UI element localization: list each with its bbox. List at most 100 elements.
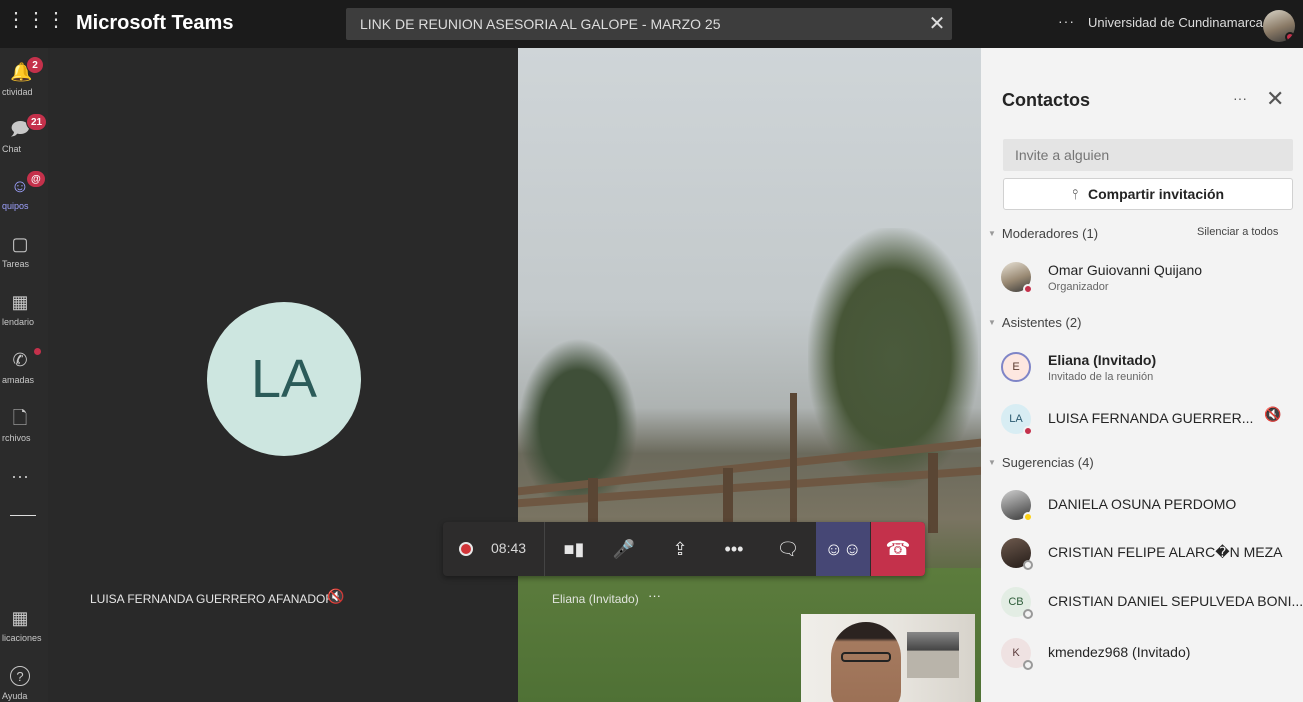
self-view-video[interactable] [801, 614, 975, 702]
status-dot-icon [1023, 660, 1033, 670]
divider [544, 522, 545, 576]
hang-up-button[interactable]: ☎ [871, 522, 925, 576]
teams-badge: @ [26, 170, 46, 188]
status-dot-icon [1285, 32, 1295, 42]
phone-icon: ✆ [12, 350, 28, 370]
more-actions-button[interactable]: ••• [711, 522, 757, 576]
left-app-rail: 🔔 2 ctividad 🗩 21 Chat ☺ @ quipos ▢ Tare… [0, 48, 48, 702]
list-item[interactable]: Omar Guiovanni Quijano Organizador [981, 256, 1303, 302]
files-icon: 🗋 [12, 408, 28, 428]
section-label: Asistentes (2) [1001, 315, 1082, 330]
rail-item-tareas[interactable]: ▢ Tareas [0, 226, 48, 282]
rail-item-llamadas[interactable]: ✆ amadas [0, 342, 48, 398]
list-item[interactable]: CB CRISTIAN DANIEL SEPULVEDA BONI... [981, 581, 1303, 627]
video-glasses [841, 652, 891, 662]
rail-item-more[interactable]: ··· [0, 458, 48, 514]
hang-up-icon: ☎ [885, 538, 911, 560]
status-dot-icon [1023, 284, 1033, 294]
section-moderators[interactable]: ▼ Moderadores (1) [988, 226, 1098, 241]
avatar: E [1001, 352, 1031, 382]
mute-all-link[interactable]: Silenciar a todos [1197, 226, 1278, 238]
person-role: Invitado de la reunión [1048, 371, 1154, 383]
rail-item-label: Tareas [2, 259, 30, 269]
video-person [831, 622, 901, 702]
rail-item-chat[interactable]: 🗩 21 Chat [0, 111, 48, 167]
profile-avatar[interactable] [1263, 10, 1295, 42]
share-invitation-button[interactable]: ⫯ Compartir invitación [1003, 178, 1293, 210]
rail-item-label: Ayuda [2, 691, 28, 701]
tasks-icon: ▢ [11, 234, 29, 254]
fence-post [928, 453, 938, 533]
camera-button[interactable]: ■▮ [551, 522, 597, 576]
status-dot-icon [1023, 609, 1033, 619]
person-role: Organizador [1048, 281, 1109, 293]
more-options-icon[interactable]: ··· [1058, 13, 1075, 29]
share-screen-button[interactable]: ⇪ [657, 522, 703, 576]
person-name: Omar Guiovanni Quijano [1048, 262, 1203, 278]
list-item[interactable]: CRISTIAN FELIPE ALARC�N MEZA [981, 532, 1303, 578]
section-label: Sugerencias (4) [1001, 455, 1094, 470]
rail-item-actividad[interactable]: 🔔 2 ctividad [0, 54, 48, 110]
mic-button[interactable]: 🎤 [601, 522, 647, 576]
teams-meeting-window: ⋮⋮⋮ Microsoft Teams LINK DE REUNION ASES… [0, 0, 1303, 702]
avatar: K [1001, 638, 1033, 670]
mic-off-icon: 🔇 [1264, 406, 1282, 422]
person-name: DANIELA OSUNA PERDOMO [1048, 496, 1237, 512]
more-options-icon[interactable]: ··· [1233, 90, 1247, 106]
avatar-initials: K [1012, 647, 1020, 659]
recording-icon [459, 542, 473, 556]
organization-name[interactable]: Universidad de Cundinamarca [1088, 15, 1263, 30]
chevron-down-icon: ▼ [988, 458, 996, 467]
section-suggestions[interactable]: ▼ Sugerencias (4) [988, 455, 1094, 470]
notification-dot-icon [34, 348, 41, 355]
video-background [907, 632, 959, 678]
rail-item-label: licaciones [2, 633, 42, 643]
more-icon: ••• [724, 539, 744, 559]
more-options-icon[interactable]: ··· [648, 588, 661, 603]
list-item[interactable]: LA LUISA FERNANDA GUERRER... 🔇 [981, 398, 1303, 444]
chevron-down-icon: ▼ [988, 318, 996, 327]
chat-icon: 🗨 [776, 539, 800, 559]
participant-name: LUISA FERNANDA GUERRERO AFANADOR [90, 592, 335, 606]
list-item[interactable]: K kmendez968 (Invitado) [981, 632, 1303, 678]
chat-button[interactable]: 🗨 [765, 522, 811, 576]
mic-off-icon: 🔇 [327, 588, 345, 604]
apps-icon: ▦ [11, 608, 29, 628]
rail-item-archivos[interactable]: 🗋 rchivos [0, 400, 48, 456]
participant-name: Eliana (Invitado) [552, 592, 639, 606]
participants-button[interactable]: ☺☺ [816, 522, 870, 576]
person-name: Eliana (Invitado) [1048, 352, 1157, 368]
chat-badge: 21 [26, 113, 48, 131]
share-invitation-label: Compartir invitación [1087, 186, 1225, 202]
rail-item-label: quipos [2, 201, 29, 211]
avatar-initials: CB [1008, 596, 1024, 608]
help-icon: ? [10, 666, 30, 686]
rail-item-equipos[interactable]: ☺ @ quipos [0, 168, 48, 224]
share-icon: ⫯ [1071, 186, 1078, 202]
rail-item-calendario[interactable]: ▦ lendario [0, 284, 48, 340]
close-icon[interactable]: ✕ [922, 8, 952, 40]
rail-item-ayuda[interactable]: ? Ayuda [0, 658, 48, 702]
section-attendees[interactable]: ▼ Asistentes (2) [988, 315, 1081, 330]
close-icon[interactable]: ✕ [1266, 86, 1284, 112]
invite-input[interactable] [1003, 139, 1293, 171]
avatar-initials: LA [1009, 413, 1023, 425]
app-launcher-icon[interactable]: ⋮⋮⋮ [6, 10, 66, 34]
meeting-title-box[interactable]: LINK DE REUNION ASESORIA AL GALOPE - MAR… [346, 8, 952, 40]
microphone-icon: 🎤 [612, 539, 636, 559]
person-name: CRISTIAN FELIPE ALARC�N MEZA [1048, 544, 1283, 560]
person-name: kmendez968 (Invitado) [1048, 644, 1191, 660]
list-item[interactable]: DANIELA OSUNA PERDOMO [981, 484, 1303, 530]
call-timer: 08:43 [491, 540, 527, 556]
list-item[interactable]: E Eliana (Invitado) Invitado de la reuni… [981, 346, 1303, 392]
rail-item-label: amadas [2, 375, 35, 385]
calendar-icon: ▦ [11, 292, 29, 312]
avatar [1001, 538, 1033, 570]
avatar [1001, 490, 1033, 522]
call-control-bar: 08:43 ■▮ 🎤 ⇪ ••• 🗨 ☺☺ ☎ [443, 522, 925, 576]
rail-item-label: Chat [2, 144, 22, 154]
rail-item-aplicaciones[interactable]: ▦ licaciones [0, 600, 48, 656]
rail-divider [10, 515, 36, 516]
more-icon: ··· [11, 466, 29, 486]
person-name: LUISA FERNANDA GUERRER... [1048, 410, 1254, 426]
